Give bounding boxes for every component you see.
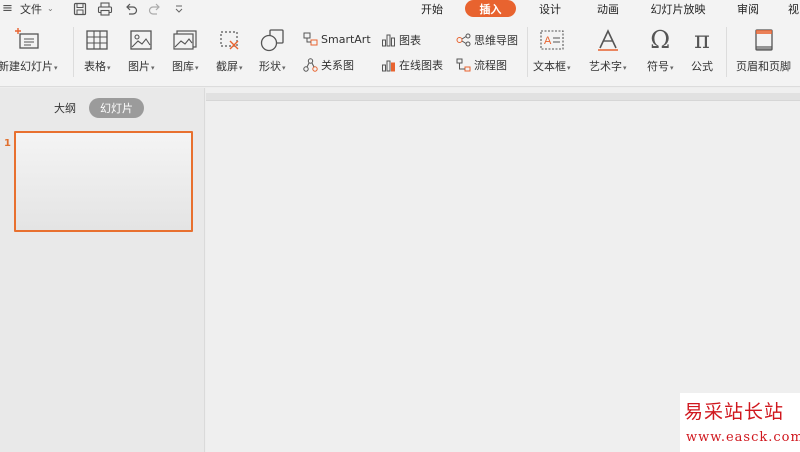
dropdown-caret-icon: ▾	[239, 64, 243, 72]
ribbon-divider	[726, 27, 727, 77]
symbol-label: 符号	[647, 60, 669, 73]
dropdown-caret-icon: ▾	[107, 64, 111, 72]
tab-insert[interactable]: 插入	[465, 0, 516, 17]
flowchart-icon	[456, 58, 471, 72]
ribbon-divider	[527, 27, 528, 77]
gallery-icon	[172, 25, 198, 55]
formula-button[interactable]: π 公式	[691, 25, 713, 74]
gallery-button[interactable]: 图库▾	[172, 25, 199, 74]
menu-bar: ≡ 文件 ⌄ 开始 插入 设计 动画 幻灯片放映 审阅 视	[0, 0, 800, 17]
slide-thumbnail[interactable]	[14, 131, 193, 232]
tab-view[interactable]: 视	[788, 0, 800, 17]
chevron-down-icon: ⌄	[47, 4, 54, 13]
screenshot-button[interactable]: 截屏▾	[216, 25, 243, 74]
wordart-icon	[596, 25, 620, 55]
tab-home[interactable]: 开始	[412, 0, 452, 17]
ribbon-divider	[73, 27, 74, 77]
smartart-button[interactable]: SmartArt	[303, 32, 371, 46]
table-label: 表格	[84, 60, 106, 73]
dropdown-caret-icon: ▾	[54, 64, 58, 72]
textbox-button[interactable]: A 文本框▾	[533, 25, 571, 74]
relation-diagram-label: 关系图	[321, 59, 354, 72]
table-button[interactable]: 表格▾	[84, 25, 111, 74]
gallery-label: 图库	[172, 60, 194, 73]
omega-symbol-icon: Ω	[650, 26, 671, 54]
screenshot-icon	[217, 25, 241, 55]
mindmap-label: 思维导图	[474, 34, 518, 47]
insert-ribbon: 新建幻灯片▾ 表格▾ 图片▾ 图库▾ 截屏▾ 形状▾ SmartArt 关系图 …	[0, 17, 800, 87]
save-icon[interactable]	[73, 0, 87, 17]
slide-number: 1	[4, 138, 11, 149]
watermark-url: www.easck.com	[686, 430, 800, 445]
tab-design[interactable]: 设计	[530, 0, 570, 17]
wps-presentation-window: ≡ 文件 ⌄ 开始 插入 设计 动画 幻灯片放映 审阅 视 新建幻灯片▾ 表格▾…	[0, 0, 800, 452]
picture-label: 图片	[128, 60, 150, 73]
online-chart-icon	[382, 60, 395, 72]
new-slide-icon	[14, 25, 41, 55]
mindmap-icon	[456, 33, 471, 47]
dropdown-caret-icon: ▾	[282, 64, 286, 72]
new-slide-button[interactable]: 新建幻灯片▾	[0, 25, 58, 74]
screenshot-label: 截屏	[216, 60, 238, 73]
file-menu-label: 文件	[20, 2, 42, 16]
tab-review[interactable]: 审阅	[728, 0, 768, 17]
relation-diagram-button[interactable]: 关系图	[303, 57, 354, 73]
new-slide-label: 新建幻灯片	[0, 60, 53, 73]
chart-icon	[382, 34, 395, 47]
textbox-icon: A	[539, 25, 565, 55]
site-watermark: 易采站长站 www.easck.com	[680, 393, 800, 452]
flowchart-label: 流程图	[474, 59, 507, 72]
chart-button[interactable]: 图表	[381, 32, 421, 48]
header-footer-label: 页眉和页脚	[736, 60, 791, 73]
relation-diagram-icon	[303, 58, 318, 72]
dropdown-caret-icon: ▾	[195, 64, 199, 72]
tab-slides[interactable]: 幻灯片	[89, 98, 144, 118]
panel-tabs: 大纲 幻灯片	[0, 98, 205, 118]
undo-icon[interactable]	[124, 0, 138, 17]
hamburger-menu-icon[interactable]: ≡	[2, 0, 13, 17]
tab-outline[interactable]: 大纲	[46, 98, 84, 118]
table-icon	[85, 25, 109, 55]
chart-label: 图表	[399, 34, 421, 47]
svg-text:A: A	[544, 35, 552, 47]
dropdown-caret-icon: ▾	[567, 64, 571, 72]
redo-icon[interactable]	[148, 0, 162, 17]
picture-button[interactable]: 图片▾	[128, 25, 155, 74]
wordart-label: 艺术字	[589, 60, 622, 73]
textbox-label: 文本框	[533, 60, 566, 73]
tab-slideshow[interactable]: 幻灯片放映	[643, 0, 713, 17]
print-icon[interactable]	[97, 0, 113, 17]
tab-animation[interactable]: 动画	[588, 0, 628, 17]
online-chart-button[interactable]: 在线图表	[381, 57, 443, 73]
watermark-title: 易采站长站	[684, 401, 785, 423]
dropdown-caret-icon: ▾	[670, 64, 674, 72]
flowchart-button[interactable]: 流程图	[456, 57, 507, 73]
shape-icon	[259, 25, 285, 55]
symbol-button[interactable]: Ω 符号▾	[647, 25, 674, 74]
canvas-ruler	[206, 93, 800, 101]
smartart-label: SmartArt	[321, 32, 371, 46]
dropdown-caret-icon: ▾	[623, 64, 627, 72]
shape-label: 形状	[259, 60, 281, 73]
slide-navigation-panel: 大纲 幻灯片 1	[0, 88, 205, 452]
customize-quick-access-icon[interactable]	[174, 0, 184, 17]
pi-formula-icon: π	[694, 26, 710, 54]
file-menu[interactable]: 文件 ⌄	[20, 0, 54, 17]
formula-label: 公式	[691, 60, 713, 73]
header-footer-button[interactable]: 页眉和页脚	[736, 25, 791, 74]
online-chart-label: 在线图表	[399, 59, 443, 72]
header-footer-icon	[753, 25, 775, 55]
mindmap-button[interactable]: 思维导图	[456, 32, 518, 48]
smartart-icon	[303, 32, 318, 46]
picture-icon	[129, 25, 153, 55]
shape-button[interactable]: 形状▾	[259, 25, 286, 74]
dropdown-caret-icon: ▾	[151, 64, 155, 72]
wordart-button[interactable]: 艺术字▾	[589, 25, 627, 74]
